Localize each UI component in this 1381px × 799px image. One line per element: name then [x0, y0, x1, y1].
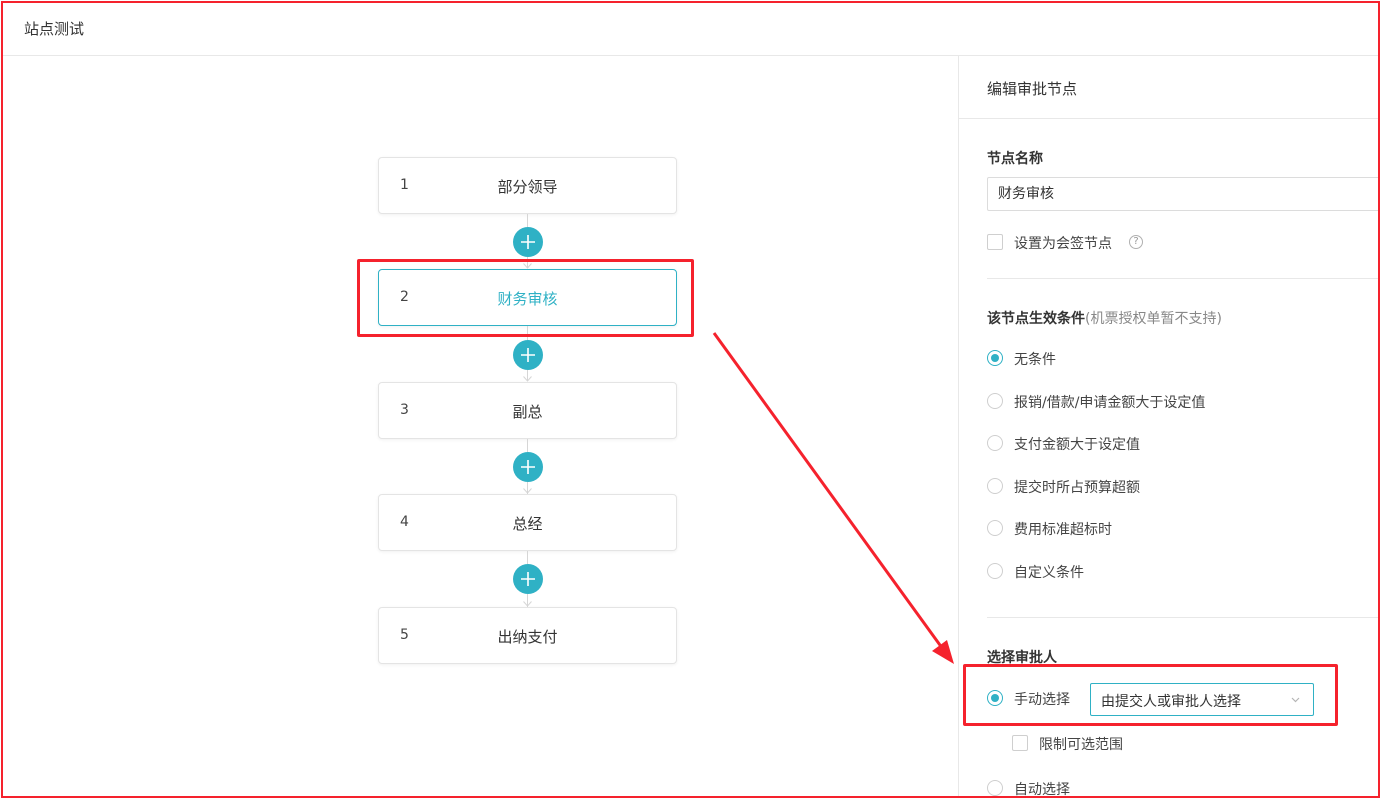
add-node-button[interactable]: [513, 227, 543, 257]
plus-icon: [521, 572, 535, 586]
plus-icon: [521, 460, 535, 474]
auto-select-label: 自动选择: [1014, 782, 1070, 796]
flow-connector: [527, 439, 528, 452]
panel-title: 编辑审批节点: [987, 80, 1078, 98]
condition-label: 费用标准超标时: [1014, 522, 1112, 538]
add-node-button[interactable]: [513, 564, 543, 594]
divider: [987, 617, 1378, 618]
limit-range-label: 限制可选范围: [1039, 737, 1123, 753]
condition-radio-custom[interactable]: [987, 563, 1003, 579]
add-node-button[interactable]: [513, 452, 543, 482]
flow-connector: [527, 551, 528, 564]
add-node-button[interactable]: [513, 340, 543, 370]
page-title: 站点测试: [24, 20, 85, 38]
flow-node-4[interactable]: 4 总经: [378, 494, 677, 551]
plus-icon: [521, 235, 535, 249]
approval-flow-canvas: 1 部分领导 2 财务审核 3 副总 4 总经 5 出纳支付: [3, 56, 958, 796]
node-label: 部分领导: [497, 178, 558, 196]
condition-label: 自定义条件: [1014, 565, 1084, 581]
flow-node-1[interactable]: 1 部分领导: [378, 157, 677, 214]
condition-title-text: 该节点生效条件: [987, 311, 1085, 327]
limit-range-checkbox[interactable]: [1012, 735, 1028, 751]
condition-label: 无条件: [1014, 352, 1056, 368]
edit-node-panel: 编辑审批节点 节点名称 财务审核 设置为会签节点 ? 该节点生效条件(机票授权单…: [958, 56, 1378, 796]
auto-select-radio[interactable]: [987, 780, 1003, 796]
countersign-checkbox[interactable]: [987, 234, 1003, 250]
select-value: 由提交人或审批人选择: [1101, 694, 1241, 710]
approver-title: 选择审批人: [987, 650, 1057, 666]
flow-node-3[interactable]: 3 副总: [378, 382, 677, 439]
condition-radio-payment[interactable]: [987, 435, 1003, 451]
node-label: 总经: [512, 515, 543, 533]
manual-select-radio[interactable]: [987, 690, 1003, 706]
condition-radio-budget[interactable]: [987, 478, 1003, 494]
node-name-input[interactable]: 财务审核: [987, 177, 1378, 211]
condition-label: 报销/借款/申请金额大于设定值: [1014, 395, 1206, 411]
node-label: 副总: [512, 403, 543, 421]
flow-node-5[interactable]: 5 出纳支付: [378, 607, 677, 664]
divider: [987, 278, 1378, 279]
condition-label: 支付金额大于设定值: [1014, 437, 1140, 453]
condition-label: 提交时所占预算超额: [1014, 480, 1140, 496]
node-label: 出纳支付: [497, 628, 558, 646]
flow-connector: [527, 326, 528, 340]
flow-connector: [527, 214, 528, 227]
node-name-label: 节点名称: [987, 151, 1043, 167]
divider: [959, 118, 1378, 119]
help-icon[interactable]: ?: [1129, 235, 1143, 249]
chevron-down-icon: [1291, 697, 1300, 703]
plus-icon: [521, 348, 535, 362]
countersign-label: 设置为会签节点: [1014, 236, 1112, 252]
condition-title: 该节点生效条件(机票授权单暂不支持): [987, 308, 1222, 328]
node-label: 财务审核: [497, 290, 558, 308]
page-header: 站点测试: [3, 3, 1378, 56]
condition-radio-standard[interactable]: [987, 520, 1003, 536]
flow-node-2[interactable]: 2 财务审核: [378, 269, 677, 326]
condition-radio-amount[interactable]: [987, 393, 1003, 409]
condition-radio-none[interactable]: [987, 350, 1003, 366]
approver-mode-select[interactable]: 由提交人或审批人选择: [1090, 683, 1314, 716]
manual-select-label: 手动选择: [1014, 692, 1070, 708]
condition-note: (机票授权单暂不支持): [1085, 311, 1222, 327]
